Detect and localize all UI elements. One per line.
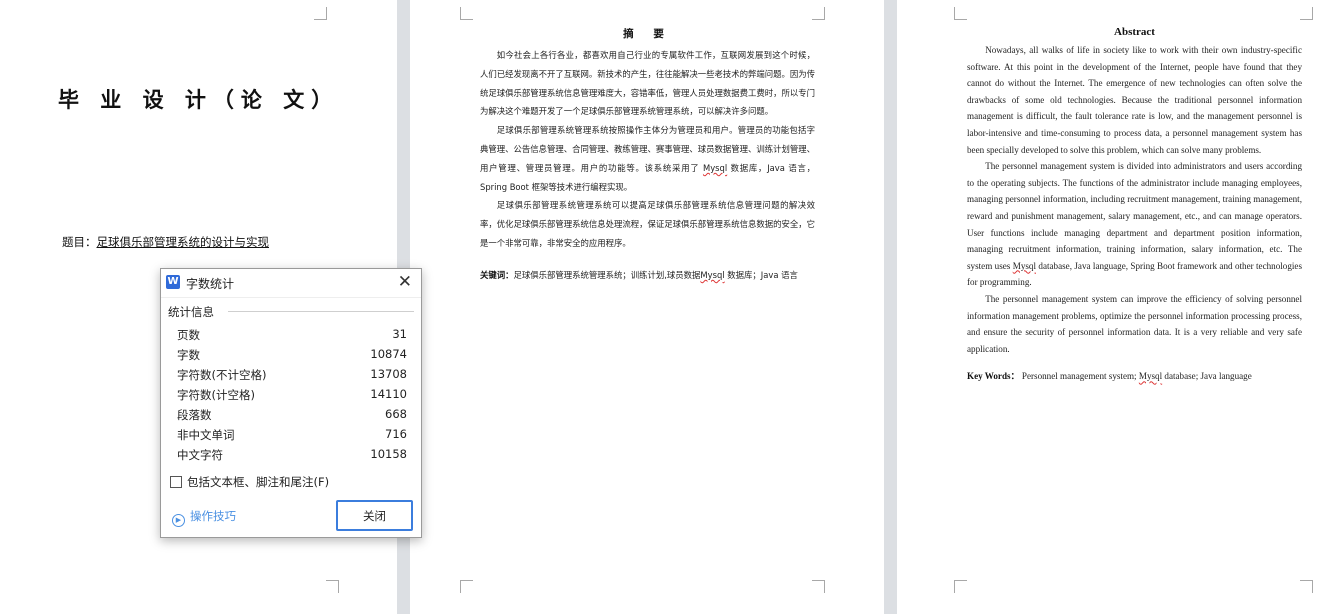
margin-corner-mark: [954, 7, 967, 20]
english-abstract: Abstract Nowadays, all walks of life in …: [967, 26, 1302, 385]
abstract-paragraph: 如今社会上各行各业，都喜欢用自己行业的专属软件工作，互联网发展到这个时候，人们已…: [480, 50, 815, 117]
checkbox-label: 包括文本框、脚注和尾注(F): [187, 475, 330, 489]
dialog-titlebar[interactable]: W 字数统计 ✕: [161, 269, 421, 298]
margin-corner-mark: [460, 580, 473, 593]
stat-label: 中文字符: [177, 448, 223, 462]
abstract-heading: Abstract: [1114, 26, 1155, 38]
stat-row-words: 字数 10874: [175, 344, 407, 364]
checkbox-box[interactable]: [170, 476, 182, 488]
margin-corner-mark: [314, 7, 327, 20]
stat-label: 页数: [177, 328, 200, 342]
stat-label: 字符数(不计空格): [177, 368, 267, 382]
statistics-list: 页数 31 字数 10874 字符数(不计空格) 13708 字符数(计空格) 1411…: [175, 324, 407, 464]
stat-value: 31: [392, 327, 407, 341]
thesis-title: 毕 业 设 计（论 文）: [58, 88, 340, 112]
abstract-paragraph: The personnel management system is divid…: [967, 161, 1302, 288]
stat-label: 段落数: [177, 408, 212, 422]
stat-row-chinese-chars: 中文字符 10158: [175, 444, 407, 464]
thesis-topic: 题目：足球俱乐部管理系统的设计与实现: [62, 234, 269, 250]
stat-value: 10158: [370, 447, 407, 461]
stat-row-chars-with-spaces: 字符数(计空格) 14110: [175, 384, 407, 404]
stat-label: 字符数(计空格): [177, 388, 255, 402]
chinese-abstract: 摘 要 如今社会上各行各业，都喜欢用自己行业的专属软件工作，互联网发展到这个时候…: [480, 26, 815, 285]
group-label: 统计信息: [168, 304, 218, 320]
statistics-group: 统计信息: [168, 304, 414, 320]
abstract-paragraph: 足球俱乐部管理系统管理系统按照操作主体分为管理员和用户。管理员的功能包括字典管理…: [480, 125, 815, 192]
abstract-paragraph: The personnel management system can impr…: [967, 293, 1302, 354]
spellcheck-word: Mysql: [1012, 260, 1036, 271]
abstract-paragraph: 足球俱乐部管理系统管理系统可以提高足球俱乐部管理系统信息管理问题的解决效率，优化…: [480, 200, 815, 248]
spellcheck-word: Mysql: [700, 269, 725, 280]
stat-row-chars-no-spaces: 字符数(不计空格) 13708: [175, 364, 407, 384]
document-page-english-abstract: Abstract Nowadays, all walks of life in …: [897, 0, 1327, 614]
margin-corner-mark: [1300, 7, 1313, 20]
abstract-heading: 摘 要: [623, 28, 672, 40]
dialog-title: 字数统计: [186, 277, 235, 291]
stat-label: 非中文单词: [177, 428, 235, 442]
stat-value: 668: [385, 407, 407, 421]
margin-corner-mark: [812, 580, 825, 593]
margin-corner-mark: [460, 7, 473, 20]
stat-value: 10874: [370, 347, 407, 361]
stat-label: 字数: [177, 348, 200, 362]
spellcheck-word: Mysql: [1138, 371, 1163, 382]
keywords-label: 关键词：: [480, 269, 514, 280]
keywords-line: 关键词：足球俱乐部管理系统管理系统；训练计划,球员数据Mysql 数据库；Jav…: [480, 269, 798, 280]
operation-tips-link[interactable]: ▶ 操作技巧: [172, 508, 236, 527]
stat-value: 13708: [370, 367, 407, 381]
margin-corner-mark: [1300, 580, 1313, 593]
margin-corner-mark: [954, 580, 967, 593]
stat-row-non-chinese-words: 非中文单词 716: [175, 424, 407, 444]
stat-value: 14110: [370, 387, 407, 401]
topic-label: 题目：: [62, 235, 97, 249]
play-circle-icon: ▶: [172, 514, 185, 527]
abstract-paragraph: Nowadays, all walks of life in society l…: [967, 45, 1302, 155]
margin-corner-mark: [812, 7, 825, 20]
close-icon[interactable]: ✕: [398, 273, 412, 291]
wps-writer-icon: W: [166, 275, 180, 289]
keywords-line: Key Words： Personnel management system; …: [967, 371, 1252, 382]
word-count-dialog: W 字数统计 ✕ 统计信息 页数 31 字数 10874 字符数(不计空格) 1370…: [160, 268, 422, 538]
margin-corner-mark: [326, 580, 339, 593]
spellcheck-word: Mysql: [702, 162, 728, 173]
stat-row-pages: 页数 31: [175, 324, 407, 344]
include-textboxes-checkbox[interactable]: 包括文本框、脚注和尾注(F): [170, 474, 329, 490]
keywords-label: Key Words：: [967, 371, 1020, 382]
tips-label: 操作技巧: [190, 509, 236, 523]
topic-value: 足球俱乐部管理系统的设计与实现: [96, 235, 270, 249]
document-page-chinese-abstract: 摘 要 如今社会上各行各业，都喜欢用自己行业的专属软件工作，互联网发展到这个时候…: [410, 0, 884, 614]
group-divider: [228, 311, 414, 312]
stat-row-paragraphs: 段落数 668: [175, 404, 407, 424]
close-button[interactable]: 关闭: [336, 500, 413, 531]
stat-value: 716: [385, 427, 407, 441]
